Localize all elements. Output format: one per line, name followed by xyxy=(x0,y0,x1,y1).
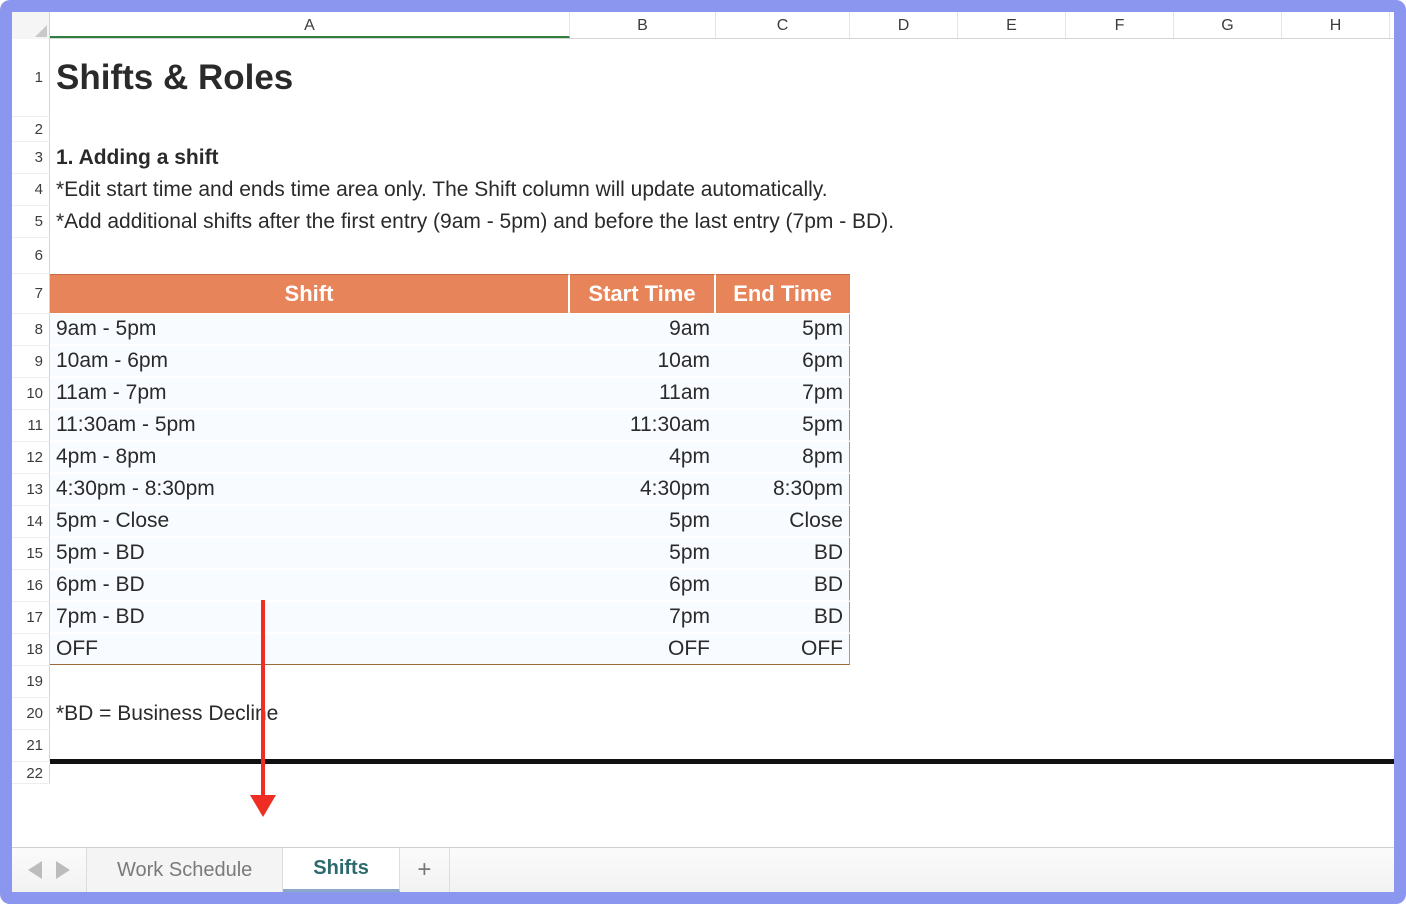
cell-end-time[interactable]: 6pm xyxy=(716,346,850,377)
column-header-G[interactable]: G xyxy=(1174,12,1282,38)
page-title[interactable]: Shifts & Roles xyxy=(50,39,570,116)
column-header-D[interactable]: D xyxy=(850,12,958,38)
spreadsheet-area[interactable]: A B C D E F G H 1 Shifts & Roles 2 xyxy=(12,12,1394,847)
cell-start-time[interactable]: 7pm xyxy=(570,602,716,633)
cell-end-time[interactable]: 8:30pm xyxy=(716,474,850,505)
row-header-8[interactable]: 8 xyxy=(12,314,50,346)
cell-start-time[interactable]: 5pm xyxy=(570,538,716,569)
cell-shift[interactable]: 7pm - BD xyxy=(50,602,570,633)
row-header-9[interactable]: 9 xyxy=(12,346,50,378)
column-header-A[interactable]: A xyxy=(50,12,570,38)
row-header-20[interactable]: 20 xyxy=(12,698,50,730)
column-header-B[interactable]: B xyxy=(570,12,716,38)
cell-shift[interactable]: 5pm - BD xyxy=(50,538,570,569)
cell-start-time[interactable]: 9am xyxy=(570,314,716,345)
cell-end-time[interactable]: 5pm xyxy=(716,314,850,345)
row-header-19[interactable]: 19 xyxy=(12,666,50,698)
cell-shift[interactable]: 5pm - Close xyxy=(50,506,570,537)
cell-shift[interactable]: 4:30pm - 8:30pm xyxy=(50,474,570,505)
th-start[interactable]: Start Time xyxy=(570,274,716,313)
cell-shift[interactable]: 11:30am - 5pm xyxy=(50,410,570,441)
cell-start-time[interactable]: 4pm xyxy=(570,442,716,473)
row-header-1[interactable]: 1 xyxy=(12,39,50,117)
tab-work-schedule[interactable]: Work Schedule xyxy=(87,848,283,892)
section-heading[interactable]: 1. Adding a shift xyxy=(50,142,225,173)
cell-start-time[interactable]: 4:30pm xyxy=(570,474,716,505)
row-header-12[interactable]: 12 xyxy=(12,442,50,474)
cell-end-time[interactable]: 8pm xyxy=(716,442,850,473)
row-header-10[interactable]: 10 xyxy=(12,378,50,410)
column-header-E[interactable]: E xyxy=(958,12,1066,38)
cell-end-time[interactable]: OFF xyxy=(716,634,850,665)
cell-shift[interactable]: 4pm - 8pm xyxy=(50,442,570,473)
row-header-5[interactable]: 5 xyxy=(12,206,50,238)
legend-text[interactable]: *BD = Business Decline xyxy=(50,698,284,729)
add-sheet-button[interactable]: + xyxy=(400,848,450,892)
cell-end-time[interactable]: BD xyxy=(716,570,850,601)
row-header-15[interactable]: 15 xyxy=(12,538,50,570)
cell-end-time[interactable]: BD xyxy=(716,602,850,633)
cell-shift[interactable]: OFF xyxy=(50,634,570,665)
cell-start-time[interactable]: 11am xyxy=(570,378,716,409)
column-headers: A B C D E F G H xyxy=(12,12,1394,39)
cell-end-time[interactable]: Close xyxy=(716,506,850,537)
row-header-4[interactable]: 4 xyxy=(12,174,50,206)
cell-shift[interactable]: 11am - 7pm xyxy=(50,378,570,409)
th-end[interactable]: End Time xyxy=(716,274,850,313)
row-header-16[interactable]: 16 xyxy=(12,570,50,602)
row-header-2[interactable]: 2 xyxy=(12,117,50,142)
tab-prev-icon[interactable] xyxy=(28,861,42,879)
row-header-21[interactable]: 21 xyxy=(12,730,50,762)
row-header-17[interactable]: 17 xyxy=(12,602,50,634)
column-header-C[interactable]: C xyxy=(716,12,850,38)
cell-shift[interactable]: 6pm - BD xyxy=(50,570,570,601)
app-frame: A B C D E F G H 1 Shifts & Roles 2 xyxy=(0,0,1406,904)
tab-shifts[interactable]: Shifts xyxy=(283,848,400,892)
cell-start-time[interactable]: 11:30am xyxy=(570,410,716,441)
cell-shift[interactable]: 10am - 6pm xyxy=(50,346,570,377)
row-header-7[interactable]: 7 xyxy=(12,274,50,314)
row-header-3[interactable]: 3 xyxy=(12,142,50,174)
cell-end-time[interactable]: 5pm xyxy=(716,410,850,441)
column-header-F[interactable]: F xyxy=(1066,12,1174,38)
cell-end-time[interactable]: 7pm xyxy=(716,378,850,409)
tab-next-icon[interactable] xyxy=(56,861,70,879)
select-all-corner[interactable] xyxy=(12,12,50,39)
row-header-18[interactable]: 18 xyxy=(12,634,50,666)
cell-start-time[interactable]: OFF xyxy=(570,634,716,665)
cell-start-time[interactable]: 5pm xyxy=(570,506,716,537)
cell-end-time[interactable]: BD xyxy=(716,538,850,569)
row-header-6[interactable]: 6 xyxy=(12,238,50,274)
column-header-H[interactable]: H xyxy=(1282,12,1390,38)
row-header-22[interactable]: 22 xyxy=(12,764,50,784)
cell-shift[interactable]: 9am - 5pm xyxy=(50,314,570,345)
cell-start-time[interactable]: 10am xyxy=(570,346,716,377)
th-shift[interactable]: Shift xyxy=(50,274,570,313)
note-2[interactable]: *Add additional shifts after the first e… xyxy=(50,206,900,237)
row-header-13[interactable]: 13 xyxy=(12,474,50,506)
row-header-11[interactable]: 11 xyxy=(12,410,50,442)
cell-start-time[interactable]: 6pm xyxy=(570,570,716,601)
note-1[interactable]: *Edit start time and ends time area only… xyxy=(50,174,834,205)
row-header-14[interactable]: 14 xyxy=(12,506,50,538)
tab-nav xyxy=(12,848,87,892)
sheet-tabs-bar: Work Schedule Shifts + xyxy=(12,847,1394,892)
